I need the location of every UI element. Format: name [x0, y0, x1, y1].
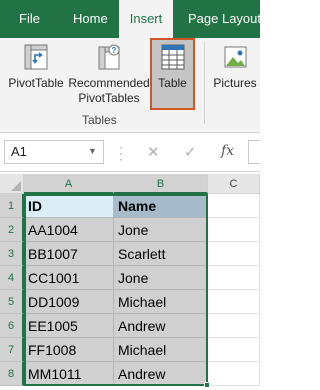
- cell-c7[interactable]: [208, 338, 260, 362]
- ribbon-group-divider: [204, 42, 205, 124]
- cell-a6[interactable]: EE1005: [24, 314, 114, 338]
- column-header-c[interactable]: C: [208, 174, 260, 194]
- row-header[interactable]: 7: [0, 338, 24, 362]
- pictures-button[interactable]: Pictures: [210, 38, 260, 91]
- cell-c2[interactable]: [208, 218, 260, 242]
- ribbon-tab-bar: File Home Insert Page Layout: [0, 0, 261, 40]
- row-header[interactable]: 3: [0, 242, 24, 266]
- cell-b2[interactable]: Jone: [114, 218, 208, 242]
- cell-c4[interactable]: [208, 266, 260, 290]
- cell-c5[interactable]: [208, 290, 260, 314]
- insert-function-icon[interactable]: fx: [221, 143, 234, 159]
- cell-b7[interactable]: Michael: [114, 338, 208, 362]
- select-all-icon: [11, 181, 21, 191]
- tab-file[interactable]: File: [19, 0, 40, 38]
- fill-handle[interactable]: [204, 382, 210, 388]
- cell-a3[interactable]: BB1007: [24, 242, 114, 266]
- table-button[interactable]: Table: [150, 38, 195, 110]
- cell-b8[interactable]: Andrew: [114, 362, 208, 386]
- column-header-a[interactable]: A: [24, 174, 114, 194]
- table-icon: [161, 44, 184, 70]
- cell-c6[interactable]: [208, 314, 260, 338]
- cell-b3[interactable]: Scarlett: [114, 242, 208, 266]
- row-header[interactable]: 6: [0, 314, 24, 338]
- cell-c3[interactable]: [208, 242, 260, 266]
- cell-a2[interactable]: AA1004: [24, 218, 114, 242]
- row-header[interactable]: 4: [0, 266, 24, 290]
- cancel-icon[interactable]: ✕: [147, 143, 160, 161]
- tables-group-label: Tables: [82, 113, 117, 127]
- pivot-table-button[interactable]: PivotTable: [4, 38, 68, 91]
- cell-a4[interactable]: CC1001: [24, 266, 114, 290]
- formula-input[interactable]: [248, 140, 260, 164]
- cell-b5[interactable]: Michael: [114, 290, 208, 314]
- pictures-label: Pictures: [213, 76, 257, 90]
- cell-c8[interactable]: [208, 362, 260, 386]
- recommended-pivot-tables-icon: ?: [98, 44, 120, 70]
- row-header[interactable]: 2: [0, 218, 24, 242]
- row-header[interactable]: 8: [0, 362, 24, 386]
- enter-check-icon[interactable]: ✓: [184, 143, 197, 161]
- recommended-label-line1: Recommended: [68, 76, 150, 90]
- recommended-pivot-tables-button[interactable]: ? Recommended PivotTables: [68, 38, 150, 106]
- tab-page-layout[interactable]: Page Layout: [188, 0, 261, 38]
- select-all-corner[interactable]: [0, 174, 24, 194]
- cell-a1[interactable]: ID: [24, 194, 114, 218]
- cell-b4[interactable]: Jone: [114, 266, 208, 290]
- pivot-table-label: PivotTable: [8, 76, 64, 90]
- row-header[interactable]: 5: [0, 290, 24, 314]
- pictures-icon: [224, 46, 247, 68]
- recommended-label-line2: PivotTables: [78, 91, 140, 105]
- pivot-table-icon: [24, 44, 48, 70]
- column-header-b[interactable]: B: [114, 174, 208, 194]
- tab-insert[interactable]: Insert: [119, 0, 173, 40]
- cell-a5[interactable]: DD1009: [24, 290, 114, 314]
- cell-b1[interactable]: Name: [114, 194, 208, 218]
- ribbon-insert-panel: PivotTable ? Recommended PivotTables Tab…: [0, 38, 260, 133]
- cell-c1[interactable]: [208, 194, 260, 218]
- formula-bar: A1 ▼ · · · ✕ ✓ fx: [0, 134, 260, 172]
- cell-a8[interactable]: MM1011: [24, 362, 114, 386]
- cell-b6[interactable]: Andrew: [114, 314, 208, 338]
- table-label: Table: [158, 76, 187, 90]
- splitter-dots-icon[interactable]: · · ·: [119, 141, 123, 165]
- chevron-down-icon[interactable]: ▼: [88, 146, 97, 156]
- svg-text:?: ?: [112, 46, 117, 55]
- row-header[interactable]: 1: [0, 194, 24, 218]
- tab-home[interactable]: Home: [73, 0, 108, 38]
- cell-a7[interactable]: FF1008: [24, 338, 114, 362]
